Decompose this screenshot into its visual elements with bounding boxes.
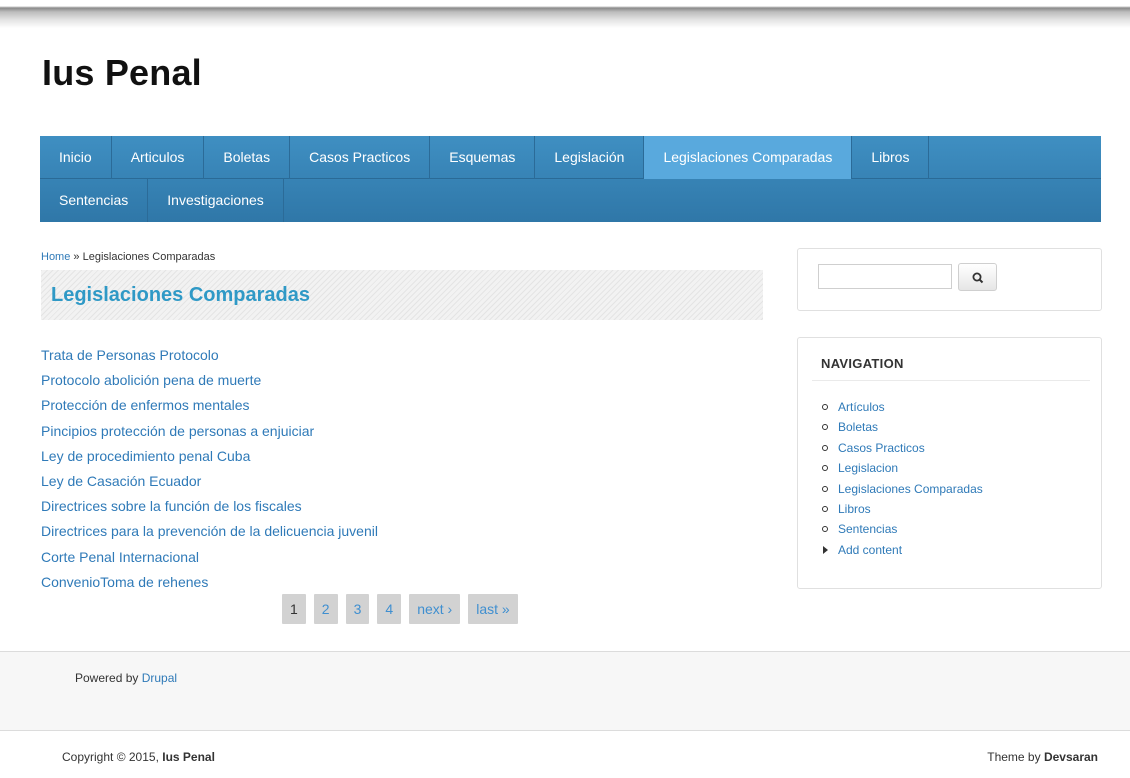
pager-last[interactable]: last » <box>468 594 518 624</box>
nav-item-libros[interactable]: Libros <box>852 136 930 179</box>
document-link[interactable]: Directrices para la prevención de la del… <box>41 520 378 545</box>
bullet-icon <box>822 444 828 451</box>
navigation-link-label: Legislaciones Comparadas <box>838 481 983 496</box>
nav-item-boletas[interactable]: Boletas <box>204 136 291 179</box>
navigation-link-articulos[interactable]: Artículos <box>822 398 983 418</box>
navigation-links: Artículos Boletas Casos Practicos Legisl… <box>822 398 983 561</box>
divider <box>812 380 1090 381</box>
navigation-link-label: Legislacion <box>838 461 899 476</box>
navigation-link-casos-practicos[interactable]: Casos Practicos <box>822 439 983 459</box>
breadcrumb-home-link[interactable]: Home <box>41 251 70 263</box>
copyright-site-name[interactable]: Ius Penal <box>162 750 215 764</box>
document-link[interactable]: Directrices sobre la función de los fisc… <box>41 495 378 520</box>
breadcrumb-current: Legislaciones Comparadas <box>82 251 216 263</box>
copyright-prefix: Copyright © 2015, <box>62 750 159 764</box>
document-link[interactable]: Trata de Personas Protocolo <box>41 344 378 369</box>
page-title-box: Legislaciones Comparadas <box>41 270 763 320</box>
bullet-icon <box>822 424 828 431</box>
powered-by-prefix: Powered by <box>75 671 139 685</box>
navigation-link-libros[interactable]: Libros <box>822 500 983 520</box>
navigation-link-legislaciones-comparadas[interactable]: Legislaciones Comparadas <box>822 480 983 500</box>
navigation-link-label: Libros <box>838 501 871 516</box>
nav-item-legislacion[interactable]: Legislación <box>535 136 645 179</box>
pager-current-page: 1 <box>282 594 306 624</box>
document-link[interactable]: Pincipios protección de personas a enjui… <box>41 420 378 445</box>
navigation-block: NAVIGATION Artículos Boletas Casos Pract… <box>797 337 1102 589</box>
navigation-link-label: Boletas <box>838 420 879 435</box>
document-list: Trata de Personas Protocolo Protocolo ab… <box>41 344 378 596</box>
bullet-icon <box>822 485 828 492</box>
collapsed-triangle-icon <box>823 545 828 554</box>
document-link[interactable]: Ley de procedimiento penal Cuba <box>41 445 378 470</box>
pager-page-2[interactable]: 2 <box>313 594 338 624</box>
document-link[interactable]: ConvenioToma de rehenes <box>41 571 378 596</box>
bullet-icon <box>822 404 828 410</box>
search-button[interactable] <box>958 263 997 291</box>
navigation-link-label: Casos Practicos <box>838 440 925 455</box>
nav-row-2: Sentencias Investigaciones <box>40 179 284 222</box>
footer-powered: Powered by Drupal <box>0 651 1130 731</box>
breadcrumb: Home » Legislaciones Comparadas <box>41 251 215 263</box>
nav-item-casos-practicos[interactable]: Casos Practicos <box>290 136 431 179</box>
powered-by: Powered by Drupal <box>75 671 177 685</box>
navigation-block-title: NAVIGATION <box>821 356 904 371</box>
nav-item-esquemas[interactable]: Esquemas <box>430 136 536 179</box>
pager-next[interactable]: next › <box>409 594 461 624</box>
navigation-link-label: Add content <box>838 542 903 557</box>
document-link[interactable]: Protocolo abolición pena de muerte <box>41 369 378 394</box>
document-link[interactable]: Protección de enfermos mentales <box>41 394 378 419</box>
page-title: Legislaciones Comparadas <box>51 284 310 306</box>
navigation-link-add-content[interactable]: Add content <box>822 541 983 561</box>
search-input[interactable] <box>818 264 952 289</box>
pager: 1 2 3 4 next › last » <box>282 594 526 624</box>
bullet-icon <box>822 465 828 472</box>
navigation-link-boletas[interactable]: Boletas <box>822 418 983 438</box>
bullet-icon <box>822 505 828 512</box>
navigation-link-sentencias[interactable]: Sentencias <box>822 520 983 540</box>
search-icon <box>972 272 984 284</box>
nav-row-1: Inicio Articulos Boletas Casos Practicos… <box>40 136 1101 179</box>
navigation-link-label: Sentencias <box>838 522 898 537</box>
copyright: Copyright © 2015, Ius Penal <box>62 750 215 764</box>
breadcrumb-separator: » <box>73 251 80 263</box>
theme-prefix: Theme by <box>987 750 1041 764</box>
document-link[interactable]: Corte Penal Internacional <box>41 546 378 571</box>
theme-author-link[interactable]: Devsaran <box>1044 750 1098 764</box>
navigation-link-legislacion[interactable]: Legislacion <box>822 459 983 479</box>
nav-item-inicio[interactable]: Inicio <box>40 136 112 179</box>
main-navigation: Inicio Articulos Boletas Casos Practicos… <box>40 136 1101 222</box>
nav-item-legislaciones-comparadas[interactable]: Legislaciones Comparadas <box>644 136 853 179</box>
navigation-link-label: Artículos <box>838 400 885 414</box>
site-title[interactable]: Ius Penal <box>42 52 202 94</box>
pager-page-3[interactable]: 3 <box>345 594 370 624</box>
top-decorative-band <box>0 0 1130 28</box>
search-block <box>797 248 1102 311</box>
document-link[interactable]: Ley de Casación Ecuador <box>41 470 378 495</box>
nav-item-articulos[interactable]: Articulos <box>112 136 205 179</box>
pager-page-4[interactable]: 4 <box>377 594 402 624</box>
nav-item-investigaciones[interactable]: Investigaciones <box>148 179 284 222</box>
nav-item-sentencias[interactable]: Sentencias <box>40 179 149 222</box>
theme-credit: Theme by Devsaran <box>987 750 1098 764</box>
bullet-icon <box>822 526 828 533</box>
drupal-link[interactable]: Drupal <box>142 671 177 685</box>
